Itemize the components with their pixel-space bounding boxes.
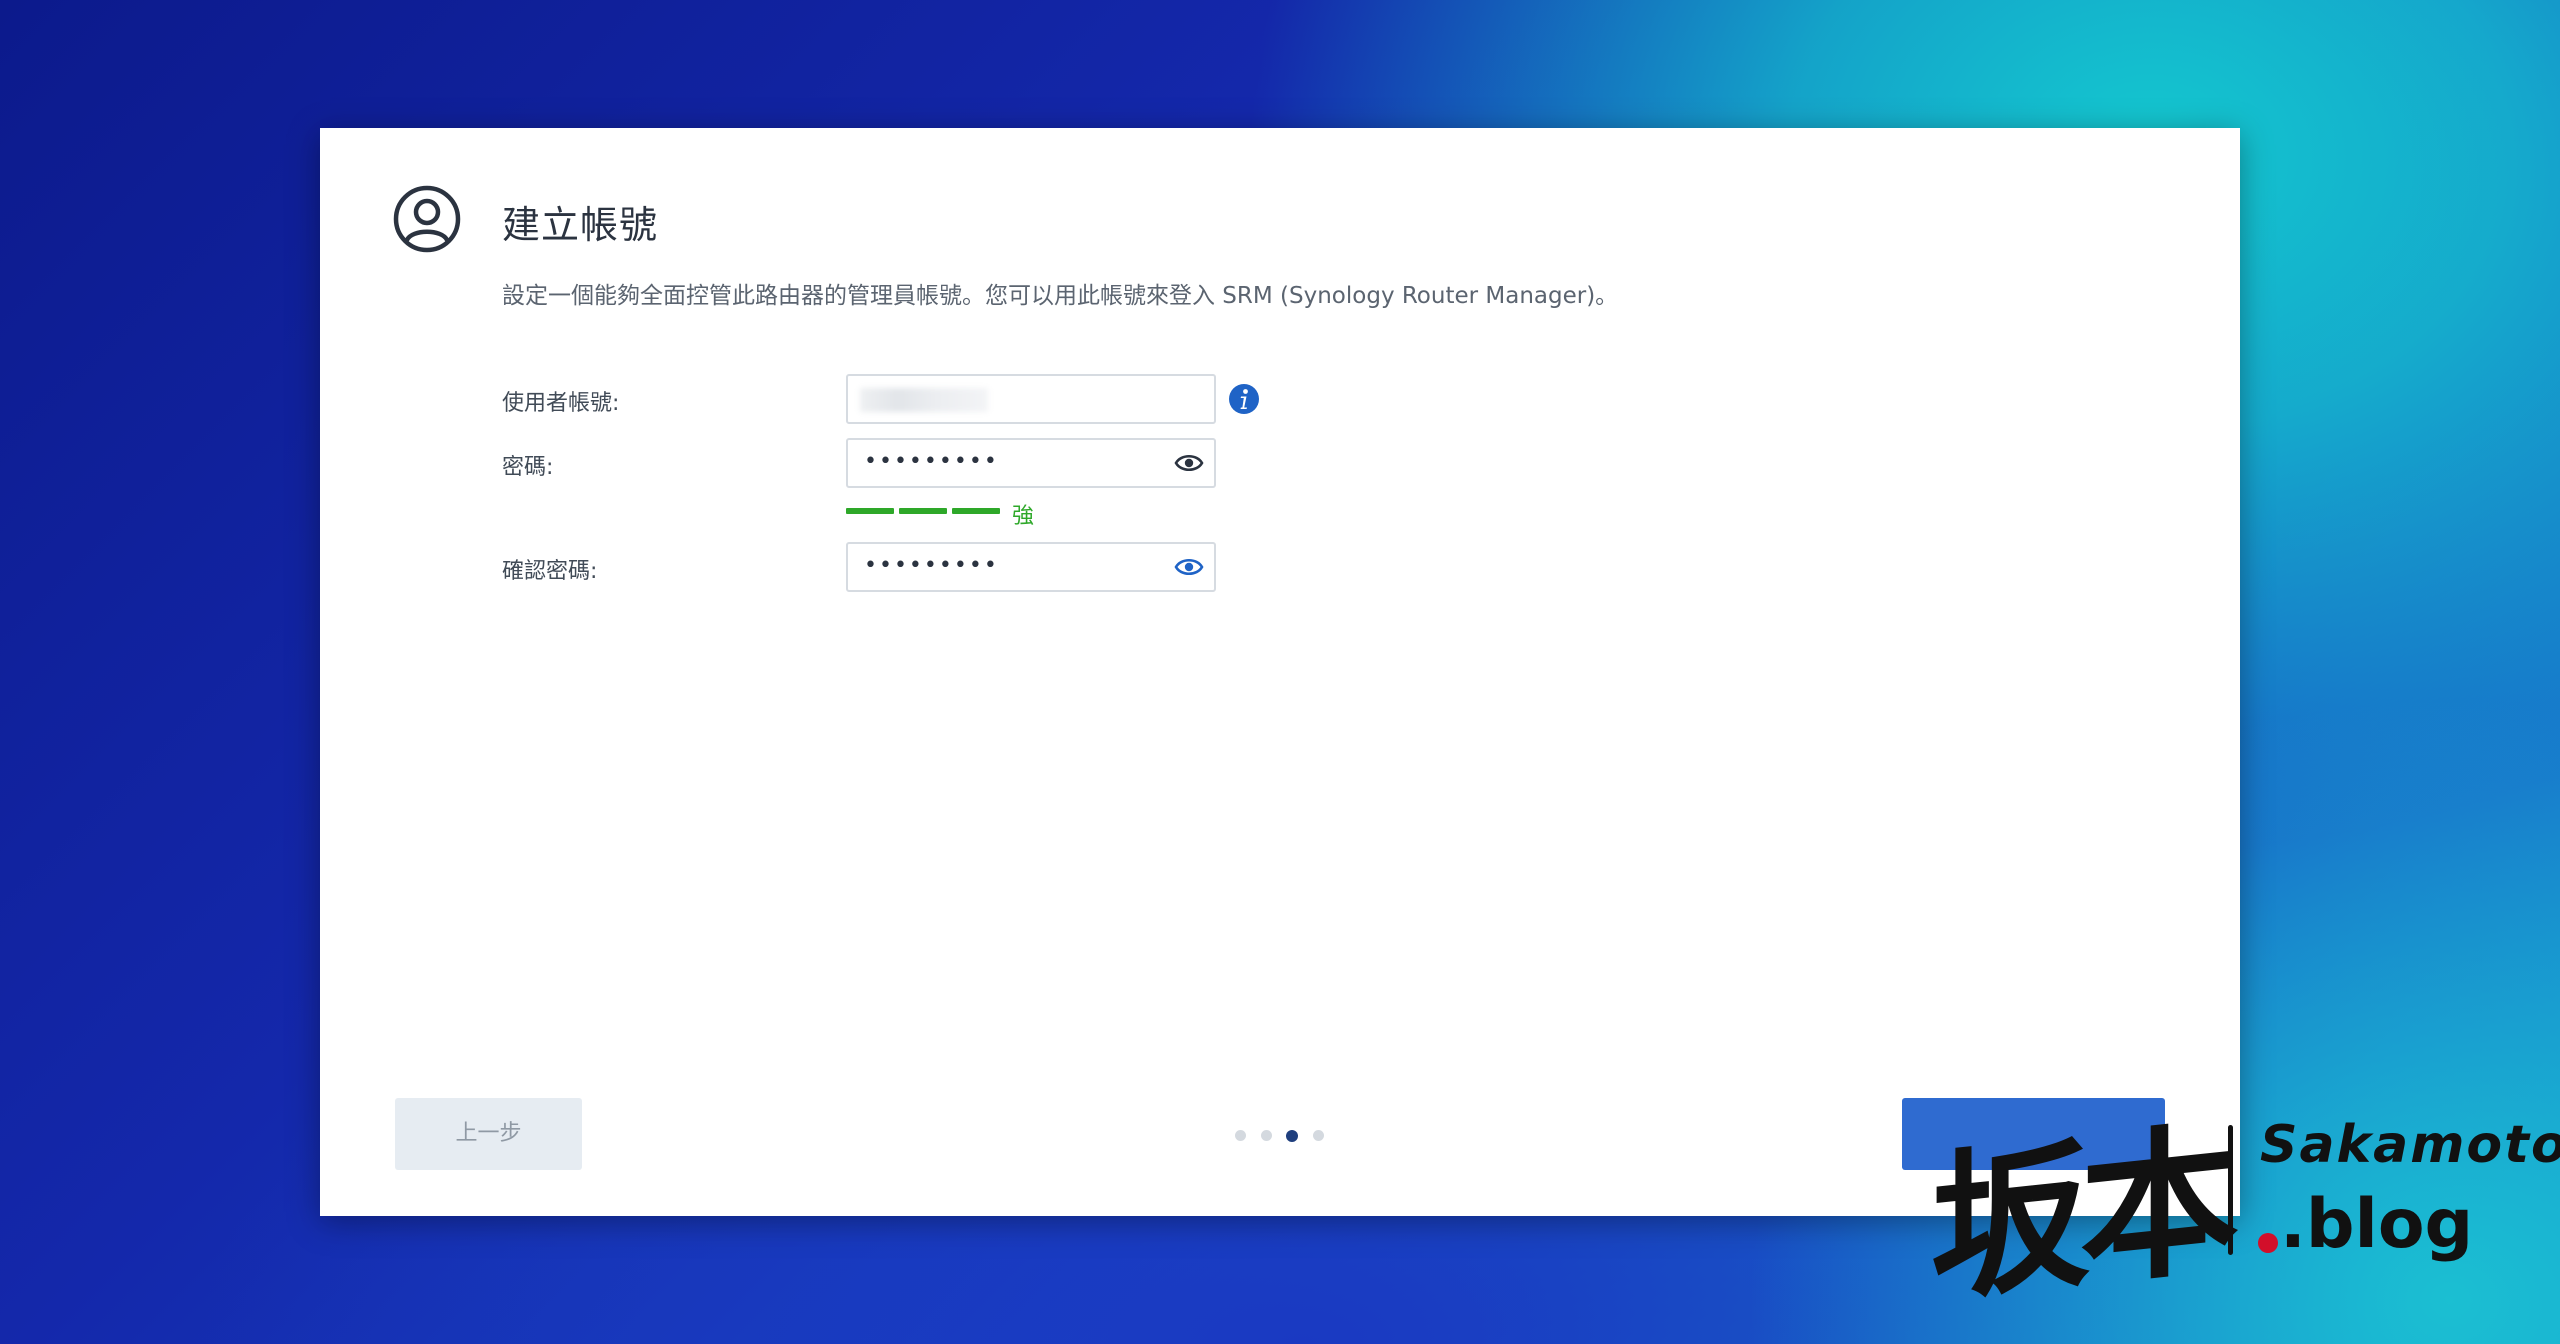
user-circle-icon xyxy=(393,185,461,253)
strength-segment xyxy=(846,508,894,514)
strength-segment xyxy=(952,508,1000,514)
watermark-red-dot xyxy=(2258,1233,2278,1253)
watermark-kanji: 坂本 xyxy=(1930,1103,2230,1325)
info-icon[interactable] xyxy=(1228,383,1260,415)
username-label: 使用者帳號: xyxy=(502,391,620,416)
page-title: 建立帳號 xyxy=(502,203,659,247)
step-dot xyxy=(1235,1130,1246,1141)
watermark-divider xyxy=(2228,1125,2233,1255)
sakamoto-blog-watermark: 坂本 Sakamoto .blog xyxy=(1930,1085,2560,1324)
password-field[interactable]: ••••••••• xyxy=(846,438,1216,488)
password-value: ••••••••• xyxy=(864,449,999,474)
step-dot xyxy=(1313,1130,1324,1141)
watermark-name: Sakamoto xyxy=(2260,1115,2560,1175)
password-label: 密碼: xyxy=(502,455,554,480)
previous-step-button[interactable]: 上一步 xyxy=(395,1098,582,1170)
watermark-domain: .blog xyxy=(2280,1185,2474,1264)
step-dot-current xyxy=(1286,1130,1298,1142)
create-account-dialog: 建立帳號 設定一個能夠全面控管此路由器的管理員帳號。您可以用此帳號來登入 SRM… xyxy=(320,128,2240,1216)
eye-icon[interactable] xyxy=(1174,555,1204,579)
page-description: 設定一個能夠全面控管此路由器的管理員帳號。您可以用此帳號來登入 SRM (Syn… xyxy=(502,283,1619,309)
username-field[interactable] xyxy=(846,374,1216,424)
confirm-password-label: 確認密碼: xyxy=(502,559,598,584)
confirm-password-field[interactable]: ••••••••• xyxy=(846,542,1216,592)
strength-label: 強 xyxy=(1012,504,1035,529)
confirm-password-value: ••••••••• xyxy=(864,553,999,578)
strength-segment xyxy=(899,508,947,514)
step-dot xyxy=(1261,1130,1272,1141)
username-value-blurred xyxy=(860,388,988,412)
eye-icon[interactable] xyxy=(1174,451,1204,475)
